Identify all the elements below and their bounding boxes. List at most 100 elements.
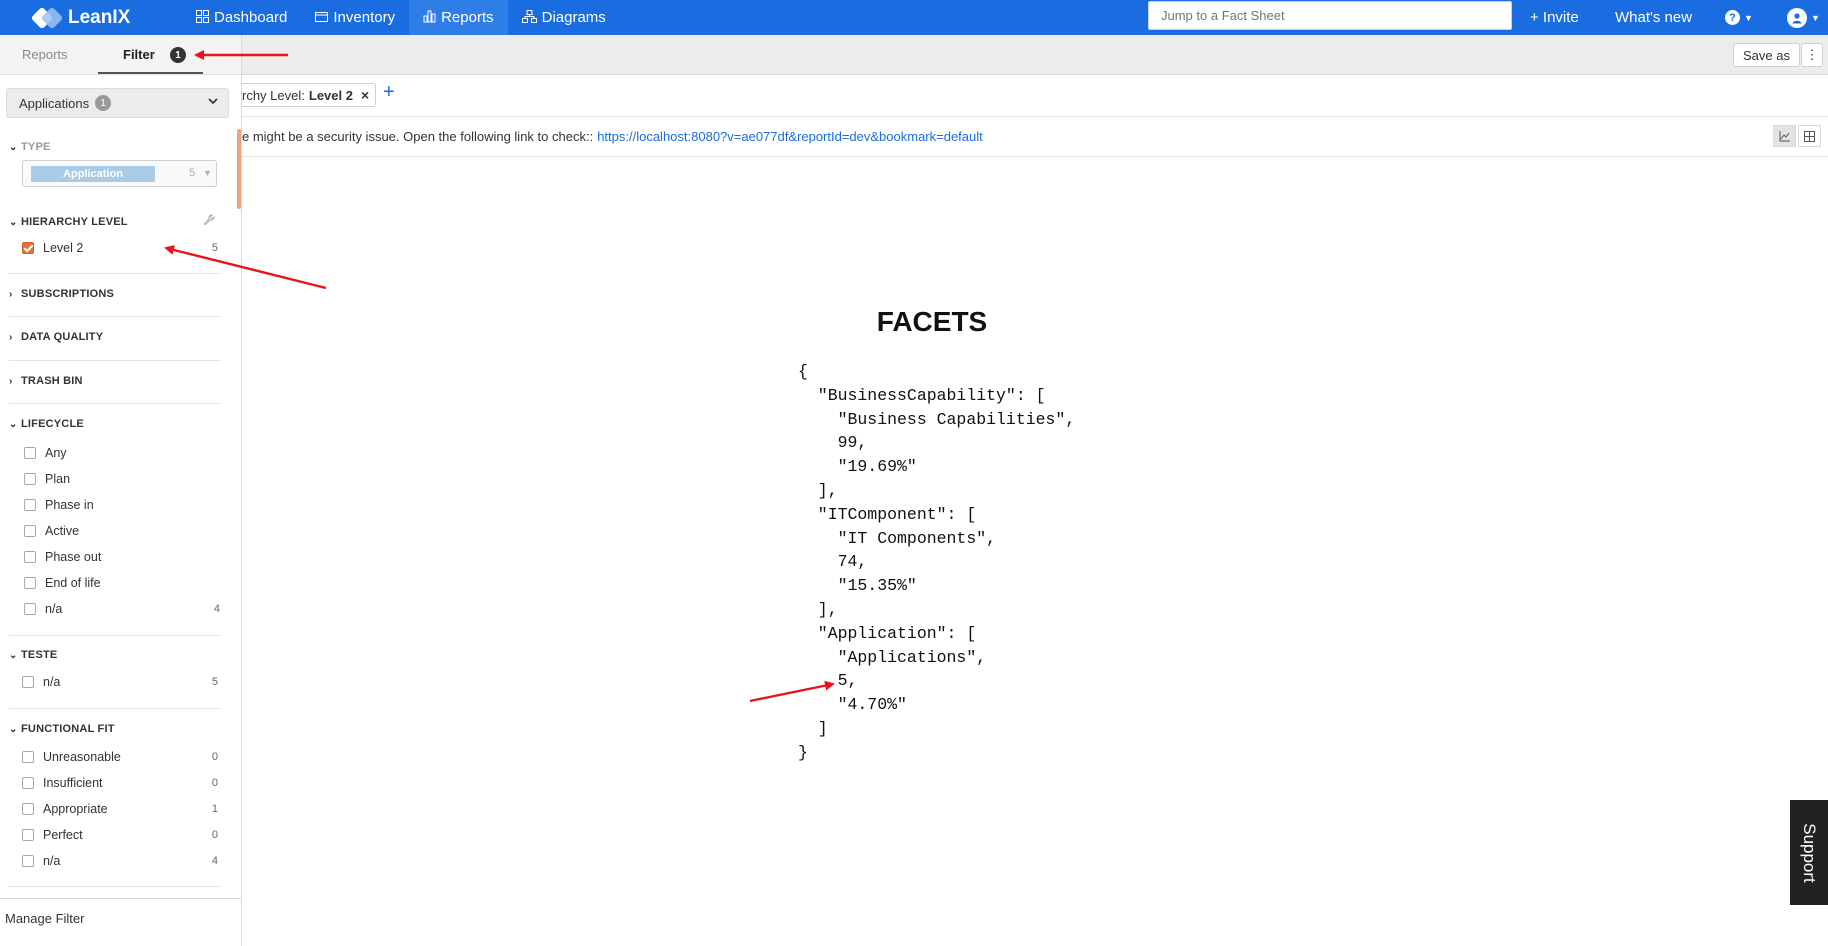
chevron-down-icon: ⌄ [9,217,18,228]
section-trash-bin[interactable]: › TRASH BIN [9,375,83,387]
option-count: 4 [213,603,220,615]
section-data-quality[interactable]: › DATA QUALITY [9,331,103,343]
checkbox[interactable] [24,577,36,589]
nav-reports[interactable]: Reports [409,0,508,35]
filter-option-any[interactable]: Any [24,443,220,463]
help-menu-button[interactable]: ? ▼ [1725,0,1753,35]
filter-option-lifecycle-na[interactable]: n/a 4 [24,599,220,619]
wrench-icon[interactable] [203,214,215,229]
filter-chip-hierarchy-level[interactable]: rchy Level: Level 2 × [242,83,377,107]
sidebar-scrollbar[interactable] [237,129,241,209]
type-select[interactable]: Application 5 ▼ [22,160,217,187]
checkbox[interactable] [24,447,36,459]
divider [9,886,221,887]
chevron-down-icon: ⌄ [9,419,18,430]
option-label: Active [45,524,80,538]
option-label: Phase in [45,498,94,512]
section-teste[interactable]: ⌄ TESTE [9,649,57,661]
divider [9,316,221,317]
divider [9,360,221,361]
chevron-down-icon: ▼ [1811,12,1820,23]
option-count: 5 [211,242,218,254]
type-tag: Application [31,166,155,182]
chevron-right-icon: › [9,289,13,300]
checkbox[interactable] [24,525,36,537]
checkbox[interactable] [22,829,34,841]
filter-option-functional-fit-na[interactable]: n/a 4 [22,851,218,871]
checkbox[interactable] [22,751,34,763]
option-count: 5 [211,676,218,688]
reports-icon [423,10,436,26]
checkbox[interactable] [22,803,34,815]
user-menu-button[interactable]: ▼ [1787,0,1820,35]
checkbox[interactable] [24,603,36,615]
support-tab[interactable]: Support [1790,800,1828,905]
caret-down-icon: ▼ [203,168,212,178]
filter-option-unreasonable[interactable]: Unreasonable 0 [22,747,218,767]
more-options-icon[interactable]: ⋮ [1801,43,1823,67]
option-label: Phase out [45,550,102,564]
checkbox[interactable] [22,676,34,688]
security-check-link[interactable]: https://localhost:8080?v=ae077df&reportI… [597,129,983,144]
filter-option-plan[interactable]: Plan [24,469,220,489]
option-count: 4 [211,855,218,867]
section-functional-fit[interactable]: ⌄ FUNCTIONAL FIT [9,723,115,735]
checkbox[interactable] [22,855,34,867]
chevron-down-icon: ⌄ [9,650,18,661]
whats-new-label: What's new [1615,9,1693,26]
checkbox-checked[interactable] [22,242,34,254]
nav-inventory[interactable]: Inventory [301,0,409,35]
report-toolbar: Save as ⋮ [0,35,1828,75]
section-type[interactable]: ⌄ TYPE [9,141,51,153]
whats-new-button[interactable]: What's new [1615,0,1692,35]
save-as-button[interactable]: Save as [1733,43,1800,67]
option-count: 0 [211,829,218,841]
add-filter-icon[interactable]: + [383,81,395,104]
filter-option-appropriate[interactable]: Appropriate 1 [22,799,218,819]
filter-option-teste-na[interactable]: n/a 5 [22,672,218,692]
nav-inventory-label: Inventory [333,9,396,26]
section-subscriptions[interactable]: › SUBSCRIPTIONS [9,288,114,300]
filter-option-perfect[interactable]: Perfect 0 [22,825,218,845]
active-tab-underline [98,72,203,74]
tab-reports[interactable]: Reports [22,47,68,62]
filter-count-badge: 1 [170,47,186,63]
filter-option-phase-out[interactable]: Phase out [24,547,220,567]
tab-filter[interactable]: Filter [123,47,155,62]
nav-dashboard[interactable]: Dashboard [182,0,301,35]
type-count: 5 [189,167,196,179]
divider [9,403,221,404]
brand-name: LeanIX [68,6,131,28]
filter-option-active[interactable]: Active [24,521,220,541]
section-type-title: TYPE [21,141,51,153]
chart-view-icon[interactable] [1773,125,1796,147]
filter-option-end-of-life[interactable]: End of life [24,573,220,593]
close-icon[interactable]: × [361,87,369,103]
report-title: FACETS [876,306,988,337]
filter-option-phase-in[interactable]: Phase in [24,495,220,515]
section-lifecycle[interactable]: ⌄ LIFECYCLE [9,418,84,430]
filter-chip-value: Level 2 [308,87,353,103]
invite-label: + Invite [1530,9,1579,26]
checkbox[interactable] [24,473,36,485]
chevron-down-icon: ▼ [1744,12,1753,23]
section-hierarchy-level[interactable]: ⌄ HIERARCHY LEVEL [9,216,128,228]
checkbox[interactable] [24,499,36,511]
option-label: End of life [45,576,101,590]
option-label: Unreasonable [43,750,121,764]
leanix-logo[interactable]: LeanIX [30,6,182,29]
fact-sheet-type-dropdown[interactable]: Applications 1 [6,88,229,118]
table-view-icon[interactable] [1798,125,1821,147]
invite-button[interactable]: + Invite [1530,0,1579,35]
security-notice: e might be a security issue. Open the fo… [242,117,1828,157]
checkbox[interactable] [22,777,34,789]
nav-diagrams[interactable]: Diagrams [508,0,620,35]
support-label: Support [1800,822,1820,883]
filter-option-level-2[interactable]: Level 2 5 [22,238,218,258]
manage-filter-button[interactable]: Manage Filter [0,898,241,946]
chevron-down-icon [208,96,218,108]
divider [9,273,221,274]
filter-option-insufficient[interactable]: Insufficient 0 [22,773,218,793]
checkbox[interactable] [24,551,36,563]
fact-sheet-search-input[interactable] [1148,1,1512,30]
